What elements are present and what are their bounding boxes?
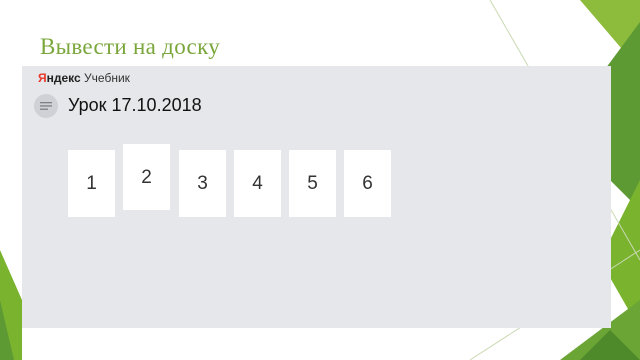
page-tile-4[interactable]: 4 [234,150,281,217]
page-number: 4 [252,173,263,194]
page-number: 6 [362,173,373,194]
menu-button[interactable] [34,94,58,118]
page-tile-5[interactable]: 5 [289,150,336,217]
page-tile-2[interactable]: 2 [123,144,170,210]
brand-header: Яндекс Учебник [38,70,130,86]
page-number: 1 [86,173,97,194]
brand-logo[interactable]: Яндекс [38,71,81,85]
brand-logo-first-letter: Я [38,71,47,85]
brand-logo-rest: ндекс [46,71,81,85]
yandex-textbook-screenshot: Яндекс Учебник Урок 17.10.2018 1 2 3 4 5… [22,66,611,328]
menu-lines-icon [40,102,52,110]
page-tile-1[interactable]: 1 [68,150,115,217]
page-tile-3[interactable]: 3 [179,150,226,217]
lesson-title: Урок 17.10.2018 [68,95,202,115]
page-number: 2 [141,166,152,188]
page-number: 3 [197,173,208,194]
brand-product: Учебник [84,71,130,85]
page-number: 5 [307,173,318,194]
page-tile-6[interactable]: 6 [344,150,391,217]
slide-title: Вывести на доску [40,34,221,59]
